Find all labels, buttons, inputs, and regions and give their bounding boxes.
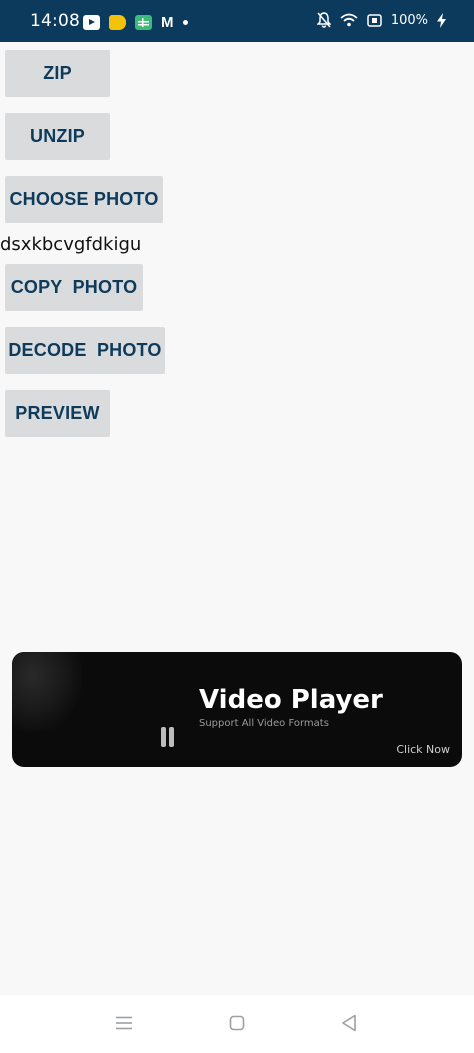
youtube-icon	[83, 14, 100, 30]
ad-subtitle: Support All Video Formats	[199, 718, 329, 729]
choose-photo-button[interactable]: CHOOSE PHOTO	[5, 176, 163, 223]
gmail-icon: M	[161, 13, 174, 31]
wifi-icon	[340, 13, 358, 27]
ad-cta-link[interactable]: Click Now	[396, 743, 450, 756]
result-text: dsxkbcvgfdkigu	[0, 234, 142, 255]
unzip-button[interactable]: UNZIP	[5, 113, 110, 160]
screen-record-icon	[367, 13, 382, 27]
menu-icon[interactable]	[112, 1013, 136, 1033]
battery-percent: 100%	[390, 12, 428, 28]
navigation-bar	[0, 995, 474, 1053]
home-icon[interactable]	[225, 1013, 249, 1033]
dot-icon	[182, 19, 188, 25]
copy-photo-button[interactable]: COPY PHOTO	[5, 264, 143, 311]
notification-icons: M	[83, 12, 188, 32]
system-icons: 100%	[316, 12, 446, 28]
status-bar: 14:08 M 100%	[0, 0, 474, 42]
mute-bell-icon	[316, 12, 331, 28]
ad-banner[interactable]: Video Player Support All Video Formats C…	[12, 652, 462, 767]
sheets-icon	[135, 14, 152, 30]
status-time: 14:08	[30, 11, 80, 31]
tag-icon	[109, 14, 126, 30]
ad-background-image	[12, 652, 82, 732]
charging-icon	[437, 12, 446, 28]
decode-photo-button[interactable]: DECODE PHOTO	[5, 327, 165, 374]
ad-title: Video Player	[199, 685, 383, 715]
back-icon[interactable]	[337, 1013, 361, 1033]
pause-icon[interactable]	[160, 727, 176, 747]
preview-button[interactable]: PREVIEW	[5, 390, 110, 437]
zip-button[interactable]: ZIP	[5, 50, 110, 97]
